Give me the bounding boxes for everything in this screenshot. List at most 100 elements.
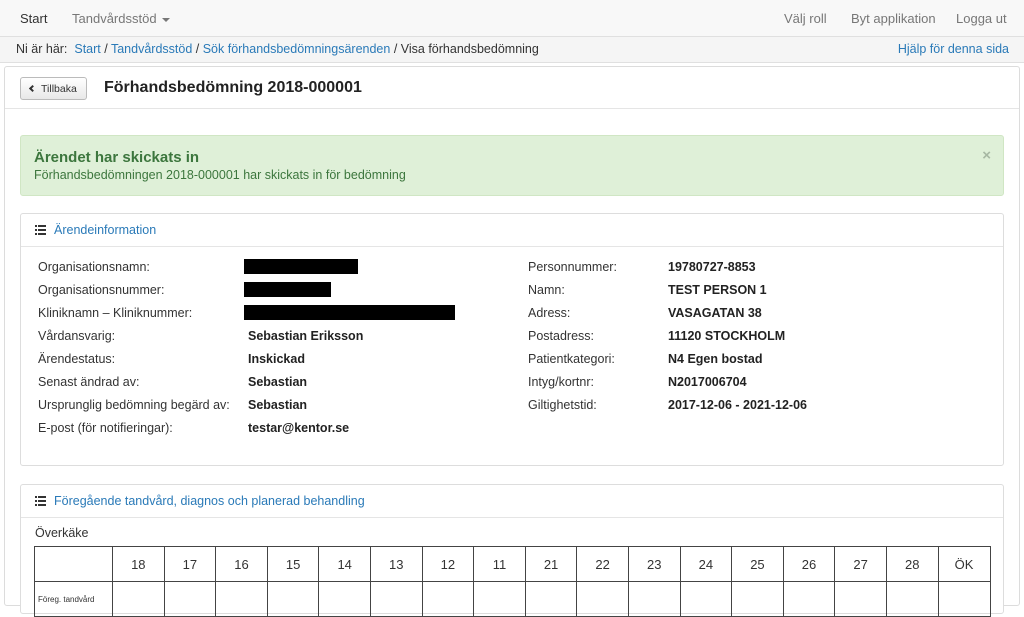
jaw-label: Överkäke xyxy=(35,526,89,540)
tooth-cell[interactable] xyxy=(112,581,165,617)
breadcrumb-separator: / xyxy=(192,42,203,56)
tooth-header: 13 xyxy=(369,546,423,582)
value-intyg-kortnr: N2017006704 xyxy=(668,375,747,389)
tooth-cell[interactable] xyxy=(473,581,526,617)
label-giltighetstid: Giltighetstid: xyxy=(528,398,597,412)
value-vardansvarig: Sebastian Eriksson xyxy=(248,329,364,343)
value-epost: testar@kentor.se xyxy=(248,421,350,435)
panel-header: Tillbaka Förhandsbedömning 2018-000001 xyxy=(5,67,1019,109)
nav-logga-ut[interactable]: Logga ut xyxy=(956,11,1007,26)
tooth-header: 11 xyxy=(473,546,526,582)
value-patientkategori: N4 Egen bostad xyxy=(668,352,763,366)
tooth-header: 12 xyxy=(421,546,475,582)
nav-byt-applikation[interactable]: Byt applikation xyxy=(851,11,936,26)
value-ursprunglig-bedomning: Sebastian xyxy=(248,398,308,412)
label-patientkategori: Patientkategori: xyxy=(528,352,615,366)
tooth-cell[interactable] xyxy=(834,581,887,617)
tooth-cell[interactable] xyxy=(524,581,578,617)
label-senast-andrad-av: Senast ändrad av: xyxy=(38,375,140,389)
label-ursprunglig-bedomning: Ursprunglig bedömning begärd av: xyxy=(38,398,230,412)
breadcrumb-tandvardsstod[interactable]: Tandvårdsstöd xyxy=(111,42,192,56)
label-adress: Adress: xyxy=(528,306,571,320)
back-button[interactable]: Tillbaka xyxy=(20,77,87,100)
tooth-cell[interactable] xyxy=(937,581,991,617)
tooth-cell[interactable] xyxy=(163,581,217,617)
arendeinformation-panel: Ärendeinformation Organisationsnamn: Org… xyxy=(20,213,1004,466)
value-personnummer: 19780727-8853 xyxy=(668,260,756,274)
alert-title: Ärendet har skickats in xyxy=(34,149,200,166)
page-title: Förhandsbedömning 2018-000001 xyxy=(104,79,362,96)
value-postadress: 11120 STOCKHOLM xyxy=(668,329,786,343)
chevron-down-icon xyxy=(161,17,170,22)
value-adress: VASAGATAN 38 xyxy=(668,306,762,320)
tooth-header: 15 xyxy=(266,546,320,582)
tooth-header: 16 xyxy=(215,546,268,582)
nav-tandvardsstod-dropdown[interactable]: Tandvårdsstöd xyxy=(72,11,170,26)
tooth-cell[interactable] xyxy=(885,581,939,617)
breadcrumb-separator: / xyxy=(100,42,111,56)
tooth-cell[interactable] xyxy=(731,581,784,617)
tooth-header: 27 xyxy=(834,546,887,582)
label-postadress: Postadress: xyxy=(528,329,595,343)
foreg-tandvard-row: Föreg. tandvård xyxy=(34,581,991,617)
chevron-left-icon xyxy=(28,84,37,93)
tooth-header: ÖK xyxy=(937,546,991,582)
tooth-header: 17 xyxy=(163,546,217,582)
behandling-title: Föregående tandvård, diagnos och planera… xyxy=(54,494,365,508)
label-epost: E-post (för notifieringar): xyxy=(38,421,173,435)
value-namn: TEST PERSON 1 xyxy=(668,283,767,297)
arendeinformation-header[interactable]: Ärendeinformation xyxy=(21,214,1003,247)
list-icon xyxy=(35,496,46,506)
breadcrumb-prefix: Ni är här: xyxy=(16,42,68,56)
teeth-table: 18 17 16 15 14 13 12 11 21 22 23 24 25 2… xyxy=(34,546,991,617)
tooth-header: 25 xyxy=(731,546,784,582)
tooth-header: 22 xyxy=(576,546,629,582)
label-vardansvarig: Vårdansvarig: xyxy=(38,329,116,343)
tooth-cell[interactable] xyxy=(266,581,320,617)
behandling-panel: Föregående tandvård, diagnos och planera… xyxy=(20,484,1004,617)
label-namn: Namn: xyxy=(528,283,565,297)
tooth-header: 14 xyxy=(318,546,371,582)
tooth-cell[interactable] xyxy=(318,581,371,617)
label-organisationsnamn: Organisationsnamn: xyxy=(38,260,150,274)
tooth-header: 23 xyxy=(627,546,681,582)
tooth-cell[interactable] xyxy=(627,581,681,617)
breadcrumb-current: Visa förhandsbedömning xyxy=(400,42,539,56)
tooth-cell[interactable] xyxy=(679,581,733,617)
tooth-header: 24 xyxy=(679,546,733,582)
value-senast-andrad-av: Sebastian xyxy=(248,375,308,389)
value-arendestatus: Inskickad xyxy=(248,352,305,366)
breadcrumb-start[interactable]: Start xyxy=(74,42,100,56)
close-icon[interactable]: × xyxy=(982,147,991,164)
list-icon xyxy=(35,225,46,235)
label-arendestatus: Ärendestatus: xyxy=(38,352,116,366)
back-button-label: Tillbaka xyxy=(41,82,77,95)
top-navbar: Start Tandvårdsstöd Välj roll Byt applik… xyxy=(0,0,1024,37)
label-organisationsnummer: Organisationsnummer: xyxy=(38,283,165,297)
nav-start[interactable]: Start xyxy=(20,11,47,26)
breadcrumb-sok[interactable]: Sök förhandsbedömningsärenden xyxy=(203,42,391,56)
redacted-organisationsnamn xyxy=(244,259,358,274)
tooth-header: 28 xyxy=(885,546,939,582)
label-personnummer: Personnummer: xyxy=(528,260,617,274)
label-kliniknamn: Kliniknamn – Kliniknummer: xyxy=(38,306,193,320)
label-intyg-kortnr: Intyg/kortnr: xyxy=(528,375,594,389)
tooth-cell[interactable] xyxy=(215,581,268,617)
row-label: Föreg. tandvård xyxy=(34,581,113,617)
tooth-cell[interactable] xyxy=(421,581,475,617)
breadcrumb: Ni är här: Start / Tandvårdsstöd / Sök f… xyxy=(16,42,539,56)
behandling-header[interactable]: Föregående tandvård, diagnos och planera… xyxy=(21,485,1003,518)
help-link[interactable]: Hjälp för denna sida xyxy=(898,42,1009,56)
alert-message: Förhandsbedömningen 2018-000001 har skic… xyxy=(34,168,406,182)
tooth-cell[interactable] xyxy=(369,581,423,617)
success-alert: Ärendet har skickats in Förhandsbedömnin… xyxy=(20,135,1004,196)
breadcrumb-bar: Ni är här: Start / Tandvårdsstöd / Sök f… xyxy=(0,37,1024,63)
tooth-header: 18 xyxy=(112,546,165,582)
main-panel: Tillbaka Förhandsbedömning 2018-000001 Ä… xyxy=(4,66,1020,617)
tooth-cell[interactable] xyxy=(782,581,836,617)
teeth-header-row: 18 17 16 15 14 13 12 11 21 22 23 24 25 2… xyxy=(34,546,991,582)
tooth-cell[interactable] xyxy=(576,581,629,617)
nav-valj-roll[interactable]: Välj roll xyxy=(784,11,827,26)
tooth-header: 26 xyxy=(782,546,836,582)
arendeinformation-title: Ärendeinformation xyxy=(54,223,157,237)
